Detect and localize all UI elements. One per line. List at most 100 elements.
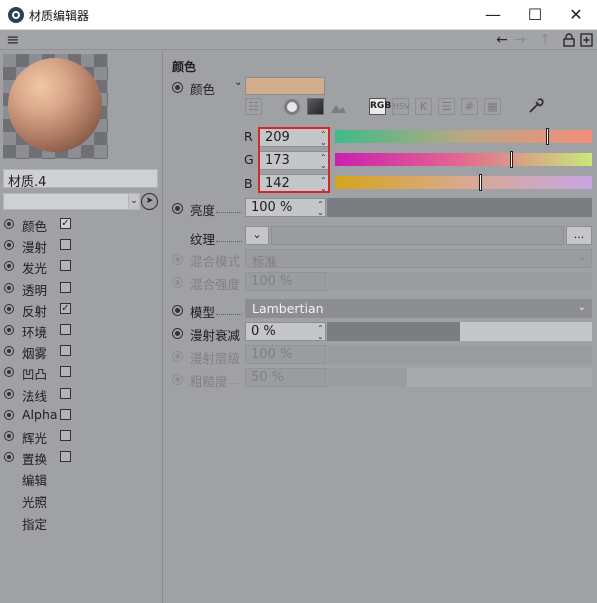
edit-item[interactable]: 编辑 [22, 470, 47, 489]
b-slider[interactable] [335, 176, 592, 189]
table-icon[interactable]: ▦ [484, 98, 501, 115]
maximize-button[interactable]: ☐ [514, 0, 556, 30]
close-button[interactable]: ✕ [555, 0, 597, 30]
gradient-icon[interactable] [307, 98, 324, 115]
brightness-spinner-icon[interactable]: ⌃ ⌄ [317, 201, 324, 217]
channel-radio[interactable] [4, 240, 14, 250]
diffuse-falloff-field[interactable]: 0 % [245, 322, 326, 341]
menu-icon[interactable]: ≡ [4, 31, 22, 49]
channel-radio[interactable] [4, 219, 14, 229]
image-icon[interactable] [330, 98, 347, 115]
texture-slot[interactable] [271, 226, 564, 245]
channel-checkbox[interactable] [60, 430, 71, 441]
channel-radio[interactable] [4, 367, 14, 377]
channel-checkbox[interactable] [60, 260, 71, 271]
channel-label[interactable]: 法线 [22, 386, 47, 405]
eyedropper-icon[interactable] [527, 97, 545, 115]
diffuse-falloff-radio[interactable] [172, 328, 183, 339]
kelvin-mode-button[interactable]: K [415, 98, 432, 115]
channel-row[interactable]: Alpha [0, 405, 160, 425]
channel-radio[interactable] [4, 452, 14, 462]
rgb-mode-button[interactable]: RGB [369, 98, 391, 115]
channel-row[interactable]: 置换 [0, 447, 160, 467]
channel-checkbox[interactable]: ✓ [60, 303, 71, 314]
up-arrow-icon[interactable]: ↑ [536, 31, 554, 49]
channel-row[interactable]: 烟雾 [0, 341, 160, 361]
channel-row[interactable]: 凹凸 [0, 362, 160, 382]
lock-icon[interactable] [563, 33, 575, 47]
channel-radio[interactable] [4, 431, 14, 441]
hsv-mode-button[interactable]: HSV [392, 98, 410, 115]
channel-checkbox[interactable] [60, 409, 71, 420]
channel-label[interactable]: 反射 [22, 301, 47, 320]
chevron-down-icon[interactable]: ⌄ [128, 193, 140, 210]
b-slider-handle[interactable] [478, 174, 482, 191]
r-slider[interactable] [335, 130, 592, 143]
channel-row[interactable]: 环境 [0, 320, 160, 340]
channel-row[interactable]: 透明 [0, 278, 160, 298]
texture-browse-button[interactable]: ... [566, 226, 592, 245]
g-slider-handle[interactable] [509, 151, 513, 168]
color-radio[interactable] [172, 82, 183, 93]
hex-mode-button[interactable]: # [461, 98, 478, 115]
model-dropdown[interactable]: Lambertian ⌄ [245, 299, 592, 318]
brightness-field[interactable]: 100 % [245, 198, 326, 217]
new-panel-icon[interactable] [580, 33, 593, 47]
channel-checkbox[interactable] [60, 345, 71, 356]
channel-label[interactable]: 发光 [22, 258, 47, 277]
channel-row[interactable]: 辉光 [0, 426, 160, 446]
channel-label[interactable]: 环境 [22, 322, 47, 341]
channel-checkbox[interactable] [60, 324, 71, 335]
channel-checkbox[interactable] [60, 388, 71, 399]
back-arrow-icon[interactable]: ← [493, 31, 511, 49]
channel-row[interactable]: 法线 [0, 384, 160, 404]
channel-radio[interactable] [4, 283, 14, 293]
channel-label[interactable]: Alpha [22, 407, 58, 422]
color-expand-icon[interactable]: ⌄ [234, 77, 242, 88]
navigate-icon[interactable]: ➤ [141, 193, 158, 210]
channel-radio[interactable] [4, 346, 14, 356]
channel-row[interactable]: 漫射 [0, 235, 160, 255]
mixer-icon[interactable]: ☰ [438, 98, 455, 115]
channel-label[interactable]: 颜色 [22, 216, 47, 235]
channel-row[interactable]: 颜色 ✓ [0, 214, 160, 234]
color-wheel-icon[interactable] [284, 99, 300, 115]
channel-checkbox[interactable] [60, 366, 71, 377]
channel-row[interactable]: 发光 [0, 256, 160, 276]
g-slider[interactable] [335, 153, 592, 166]
rgb-highlight-box [258, 127, 330, 193]
color-swatch[interactable] [245, 77, 325, 95]
channel-checkbox[interactable] [60, 282, 71, 293]
illumination-item[interactable]: 光照 [22, 492, 47, 511]
channel-label[interactable]: 辉光 [22, 428, 47, 447]
channel-radio[interactable] [4, 389, 14, 399]
channel-radio[interactable] [4, 410, 14, 420]
material-name-field[interactable]: 材质.4 [3, 169, 158, 190]
channel-row[interactable]: 反射 ✓ [0, 299, 160, 319]
material-preview-sphere [8, 58, 102, 152]
channel-label[interactable]: 置换 [22, 449, 47, 468]
r-slider-handle[interactable] [545, 128, 549, 145]
channel-radio[interactable] [4, 261, 14, 271]
spectrum-icon[interactable]: ☷ [245, 98, 262, 115]
channel-radio[interactable] [4, 304, 14, 314]
channel-label[interactable]: 凹凸 [22, 364, 47, 383]
texture-dropdown-button[interactable]: ⌄ [245, 226, 269, 245]
channel-label[interactable]: 透明 [22, 280, 47, 299]
channel-radio[interactable] [4, 325, 14, 335]
blend-mode-radio [172, 254, 183, 265]
channel-checkbox[interactable] [60, 239, 71, 250]
model-radio[interactable] [172, 305, 183, 316]
chevron-down-icon[interactable]: ⌄ [578, 302, 586, 313]
minimize-button[interactable]: — [472, 0, 514, 30]
channel-checkbox[interactable] [60, 451, 71, 462]
diffuse-falloff-spinner-icon[interactable]: ⌃ ⌄ [317, 325, 324, 341]
dotted-leader [229, 383, 242, 384]
channel-label[interactable]: 漫射 [22, 237, 47, 256]
assign-item[interactable]: 指定 [22, 514, 47, 533]
channel-checkbox[interactable]: ✓ [60, 218, 71, 229]
material-dropdown[interactable] [3, 193, 129, 210]
forward-arrow-icon[interactable]: → [511, 31, 529, 49]
brightness-radio[interactable] [172, 203, 183, 214]
channel-label[interactable]: 烟雾 [22, 343, 47, 362]
